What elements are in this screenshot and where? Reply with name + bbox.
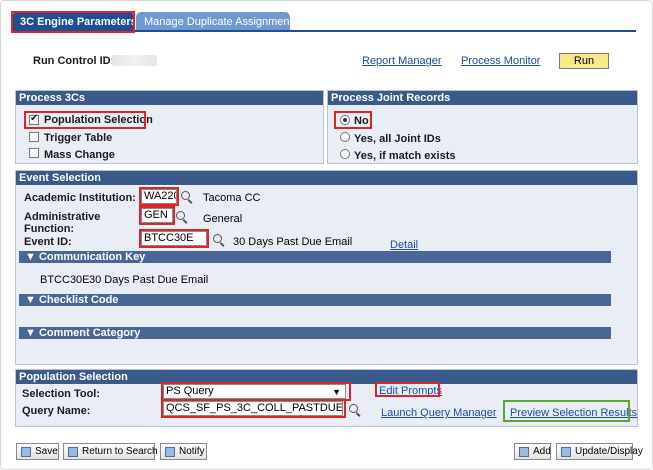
admin-function-lookup-icon[interactable] <box>176 211 188 223</box>
notify-icon <box>165 447 175 457</box>
highlight-population-selection <box>24 111 146 129</box>
highlight-event-id <box>139 229 209 248</box>
query-lookup-icon[interactable] <box>349 404 361 416</box>
run-control-value <box>112 55 157 66</box>
detail-link[interactable]: Detail <box>390 239 418 251</box>
save-label: Save <box>35 446 58 457</box>
highlight-joint-no <box>334 111 372 129</box>
joint-yes-all-label: Yes, all Joint IDs <box>354 133 441 145</box>
launch-query-manager-link[interactable]: Launch Query Manager <box>381 407 497 419</box>
collapse-arrow-icon: ▼ <box>25 327 39 339</box>
mass-change-checkbox[interactable] <box>29 148 39 158</box>
highlight-edit-prompts <box>375 382 440 397</box>
save-button[interactable]: Save <box>16 443 59 460</box>
admin-function-description: General <box>203 213 243 225</box>
mass-change-label: Mass Change <box>44 149 115 161</box>
update-label: Update/Display <box>575 446 643 457</box>
trigger-table-label: Trigger Table <box>44 132 113 144</box>
return-search-icon <box>68 447 78 457</box>
institution-lookup-icon[interactable] <box>181 191 193 203</box>
highlight-query-name <box>161 399 346 418</box>
communication-key-header[interactable]: ▼ Communication Key <box>19 251 611 263</box>
add-button[interactable]: Add <box>514 443 551 460</box>
run-control-label: Run Control ID: <box>33 55 115 67</box>
collapse-arrow-icon: ▼ <box>25 251 39 263</box>
academic-institution-label: Academic Institution: <box>24 192 136 204</box>
query-name-label: Query Name: <box>22 405 91 417</box>
return-label: Return to Search <box>82 446 158 457</box>
highlight-admin-function <box>139 206 175 225</box>
return-to-search-button[interactable]: Return to Search <box>63 443 158 460</box>
selection-tool-label: Selection Tool: <box>22 388 101 400</box>
comm-key-id: BTCC30E <box>40 274 90 286</box>
process-3cs-header: Process 3Cs <box>16 91 323 105</box>
update-display-button[interactable]: Update/Display <box>556 443 643 460</box>
checklist-code-header[interactable]: ▼ Checklist Code <box>19 294 611 306</box>
add-icon <box>519 447 529 457</box>
save-icon <box>21 447 31 457</box>
update-display-icon <box>561 447 571 457</box>
tab-manage-duplicate-assignment[interactable]: Manage Duplicate Assignment <box>136 12 293 31</box>
event-description: 30 Days Past Due Email <box>233 236 353 248</box>
checklist-code-title: Checklist Code <box>38 294 119 306</box>
joint-yes-match-label: Yes, if match exists <box>354 150 456 162</box>
add-label: Add <box>533 446 551 457</box>
highlight-tab <box>11 11 135 33</box>
comm-key-description: 30 Days Past Due Email <box>89 274 209 286</box>
collapse-arrow-icon: ▼ <box>25 294 39 306</box>
joint-yes-all-radio[interactable] <box>340 132 350 142</box>
highlight-preview <box>503 400 630 422</box>
run-button[interactable]: Run <box>559 53 609 69</box>
event-id-label: Event ID: <box>24 236 72 248</box>
event-selection-header: Event Selection <box>16 171 637 185</box>
report-manager-link[interactable]: Report Manager <box>362 55 442 67</box>
highlight-institution <box>139 187 179 206</box>
institution-description: Tacoma CC <box>203 192 261 204</box>
joint-yes-match-radio[interactable] <box>340 149 350 159</box>
process-monitor-link[interactable]: Process Monitor <box>461 55 540 67</box>
notify-button[interactable]: Notify <box>160 443 207 460</box>
process-joint-records-header: Process Joint Records <box>328 91 637 105</box>
comment-category-header[interactable]: ▼ Comment Category <box>19 327 611 339</box>
communication-key-title: Communication Key <box>38 251 146 263</box>
comment-category-title: Comment Category <box>38 327 141 339</box>
administrative-function-label: Administrative Function: <box>24 211 101 235</box>
notify-label: Notify <box>179 446 205 457</box>
trigger-table-checkbox[interactable] <box>29 132 39 142</box>
event-id-lookup-icon[interactable] <box>213 234 225 246</box>
